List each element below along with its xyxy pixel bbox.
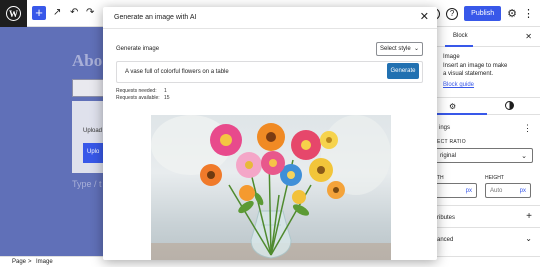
- block-prompt-hint[interactable]: Type / t: [72, 179, 102, 189]
- settings-gear-icon[interactable]: ⚙: [507, 7, 517, 20]
- publish-button[interactable]: Publish: [464, 6, 502, 21]
- breadcrumb-separator: >: [28, 259, 32, 265]
- height-label: HEIGHT: [485, 175, 504, 181]
- modal-header: Generate an image with AI ✕: [103, 7, 437, 29]
- chevron-down-icon[interactable]: ⌄: [525, 234, 532, 243]
- generated-image[interactable]: [151, 115, 391, 260]
- select-tool-icon[interactable]: ↗: [53, 7, 61, 19]
- divider: [433, 227, 540, 228]
- upload-text: Upload: [83, 128, 103, 134]
- width-label: TH: [437, 175, 444, 181]
- requests-available: Requests available: 15: [116, 95, 170, 101]
- close-icon[interactable]: ✕: [420, 10, 429, 23]
- undo-icon[interactable]: ↶: [70, 7, 78, 19]
- add-block-button[interactable]: +: [32, 6, 46, 20]
- close-icon[interactable]: ✕: [525, 32, 532, 41]
- requests-available-value: 15: [164, 95, 170, 101]
- chevron-down-icon: ⌄: [521, 153, 527, 160]
- settings-heading: ings: [439, 125, 451, 131]
- aspect-ratio-label: ECT RATIO: [437, 139, 466, 145]
- panel-tabs: ⚙: [433, 97, 540, 115]
- chevron-down-icon: ⌄: [413, 46, 419, 52]
- block-name: Image: [443, 54, 460, 60]
- requests-available-label: Requests available:: [116, 95, 160, 101]
- height-placeholder: Auto: [490, 188, 503, 194]
- generate-image-modal: Generate an image with AI ✕ Generate ima…: [103, 7, 437, 260]
- prompt-text: A vase full of colorful flowers on a tab…: [125, 69, 229, 75]
- settings-sidebar: Block ✕ Image Insert an image to make a …: [432, 27, 540, 256]
- flower-vase-illustration: [151, 115, 391, 260]
- requests-needed: Requests needed: 1: [116, 88, 167, 94]
- height-input[interactable]: Auto px: [485, 183, 531, 198]
- redo-icon[interactable]: ↷: [86, 7, 94, 19]
- aspect-ratio-select[interactable]: riginal ⌄: [435, 148, 533, 163]
- requests-needed-label: Requests needed:: [116, 88, 157, 94]
- tab-underline: [445, 45, 473, 47]
- advanced-panel-title[interactable]: anced: [437, 237, 453, 243]
- style-select-value: Select style: [380, 46, 411, 52]
- page-title[interactable]: Abo: [72, 51, 102, 71]
- help-icon[interactable]: ?: [446, 7, 459, 20]
- height-unit[interactable]: px: [520, 188, 526, 194]
- aspect-ratio-value: riginal: [440, 153, 457, 159]
- sidebar-tabs: Block ✕: [433, 27, 540, 47]
- plus-icon[interactable]: +: [526, 211, 532, 222]
- width-input[interactable]: px: [435, 183, 477, 198]
- options-dots-icon[interactable]: ⋮: [523, 7, 534, 20]
- block-description: Insert an image to make a visual stateme…: [443, 63, 508, 77]
- style-select[interactable]: Select style ⌄: [376, 42, 423, 56]
- wordpress-logo-icon[interactable]: W: [0, 0, 27, 27]
- prompt-input[interactable]: A vase full of colorful flowers on a tab…: [116, 61, 423, 83]
- generate-image-label: Generate image: [116, 46, 160, 52]
- divider: [433, 205, 540, 206]
- styles-icon[interactable]: [505, 101, 514, 110]
- width-unit[interactable]: px: [466, 188, 472, 194]
- settings-options-icon[interactable]: ⋮: [523, 123, 532, 134]
- requests-needed-value: 1: [164, 88, 167, 94]
- settings-gear-icon[interactable]: ⚙: [449, 102, 456, 111]
- generate-button[interactable]: Generate: [387, 63, 419, 79]
- attributes-panel-title[interactable]: ributes: [437, 215, 455, 221]
- modal-title: Generate an image with AI: [114, 14, 197, 21]
- panel-tab-underline: [433, 113, 487, 115]
- breadcrumb-image[interactable]: Image: [36, 259, 53, 265]
- tab-block[interactable]: Block: [453, 33, 468, 39]
- block-guide-link[interactable]: Block guide: [443, 82, 474, 88]
- breadcrumb-page[interactable]: Page: [12, 259, 26, 265]
